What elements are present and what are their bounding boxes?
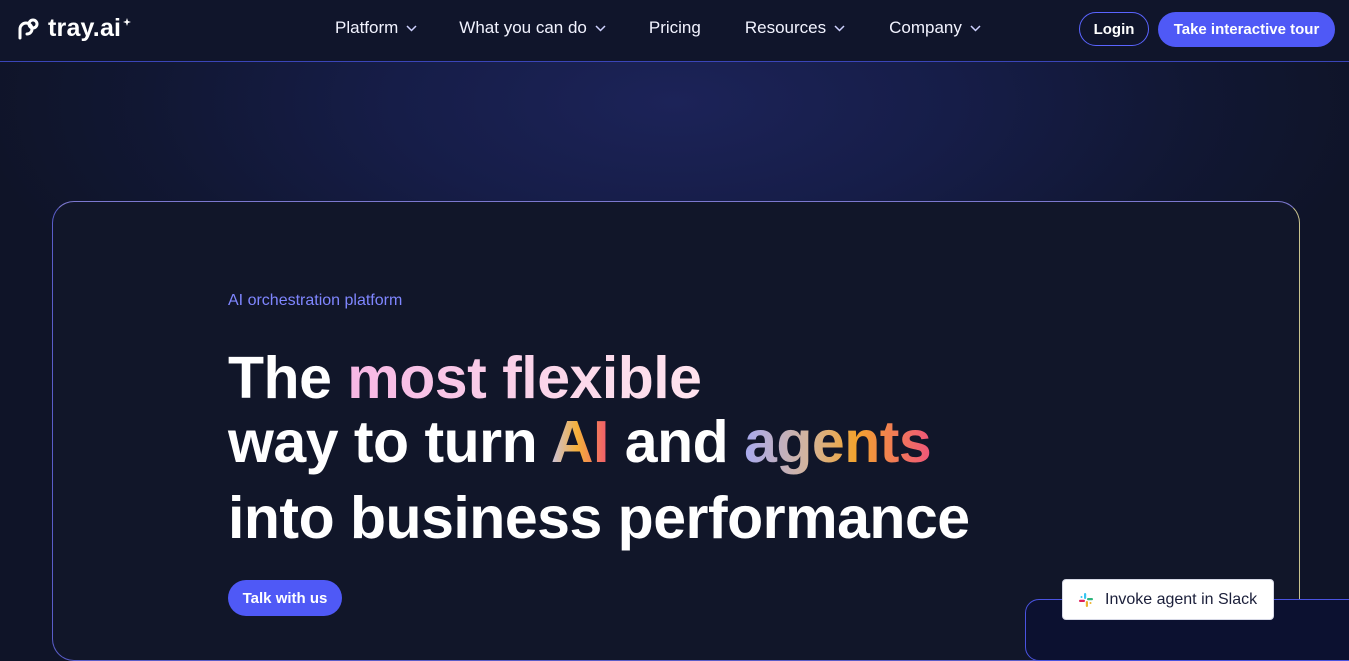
tray-logo-icon (18, 18, 39, 39)
nav-item-label: Company (889, 18, 962, 37)
nav-item-label: Pricing (648, 18, 701, 37)
slack-chip-label: Invoke agent in Slack (1105, 590, 1258, 608)
nav-item-label: What you can do (459, 18, 587, 37)
nav-item-label: Platform (335, 18, 399, 37)
headline-text: The (228, 345, 348, 411)
headline-highlight: most flexible (347, 345, 702, 411)
nav-item-label: Resources (744, 18, 827, 37)
headline-line-2: way to turn AI and agents (228, 408, 932, 476)
interactive-tour-button[interactable]: Take interactive tour (1158, 12, 1335, 47)
talk-with-us-button[interactable]: Talk with us (228, 580, 342, 616)
nav-item-pricing[interactable]: Pricing (649, 18, 701, 38)
nav-item-resources[interactable]: Resources (745, 18, 845, 38)
invoke-agent-slack-chip[interactable]: Invoke agent in Slack (1062, 579, 1274, 620)
chevron-down-icon (595, 24, 606, 32)
logo-wordmark: tray.ai (48, 14, 122, 42)
headline-text: and (608, 409, 745, 475)
hero-eyebrow: AI orchestration platform (228, 292, 403, 309)
nav-item-company[interactable]: Company (889, 18, 981, 38)
chevron-down-icon (834, 24, 845, 32)
headline-text: way to turn (228, 409, 551, 475)
headline-ai: AI (550, 409, 610, 475)
sparkle-icon (123, 17, 132, 26)
login-button[interactable]: Login (1079, 12, 1149, 46)
slack-icon (1079, 592, 1093, 607)
main-menu: Platform What you can do Pricing Resourc… (335, 18, 981, 38)
chevron-down-icon (970, 24, 981, 32)
chevron-down-icon (406, 24, 417, 32)
tray-logo[interactable]: tray.ai (16, 14, 132, 43)
headline-agents: agents (744, 409, 932, 475)
nav-item-platform[interactable]: Platform (335, 18, 417, 38)
headline-line-1: The most flexible (228, 344, 702, 412)
headline-line-3: into business performance (228, 485, 970, 551)
top-navigation: tray.ai Platform What you can do Pricing… (0, 0, 1349, 62)
nav-item-what-you-can-do[interactable]: What you can do (459, 18, 606, 38)
